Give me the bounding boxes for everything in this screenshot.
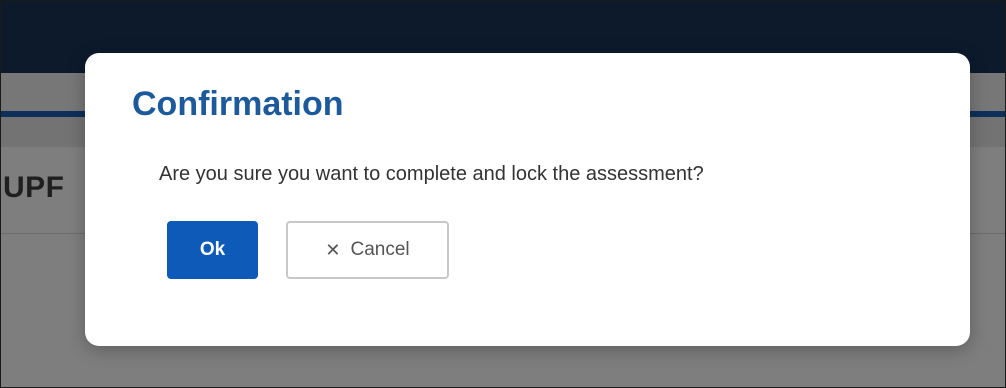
- background-page-heading: UPF: [3, 171, 65, 204]
- ok-button-label: Ok: [199, 239, 226, 260]
- dialog-title: Confirmation: [132, 85, 344, 123]
- confirmation-dialog: Confirmation Are you sure you want to co…: [85, 53, 970, 346]
- cancel-button-label: Cancel: [350, 239, 410, 260]
- ok-button[interactable]: Ok: [167, 221, 258, 279]
- cancel-button[interactable]: ✕ Cancel: [286, 221, 449, 279]
- app-window: UPF Confirmation Are you sure you want t…: [0, 0, 1006, 388]
- dialog-message: Are you sure you want to complete and lo…: [159, 163, 704, 185]
- close-icon: ✕: [325, 239, 341, 260]
